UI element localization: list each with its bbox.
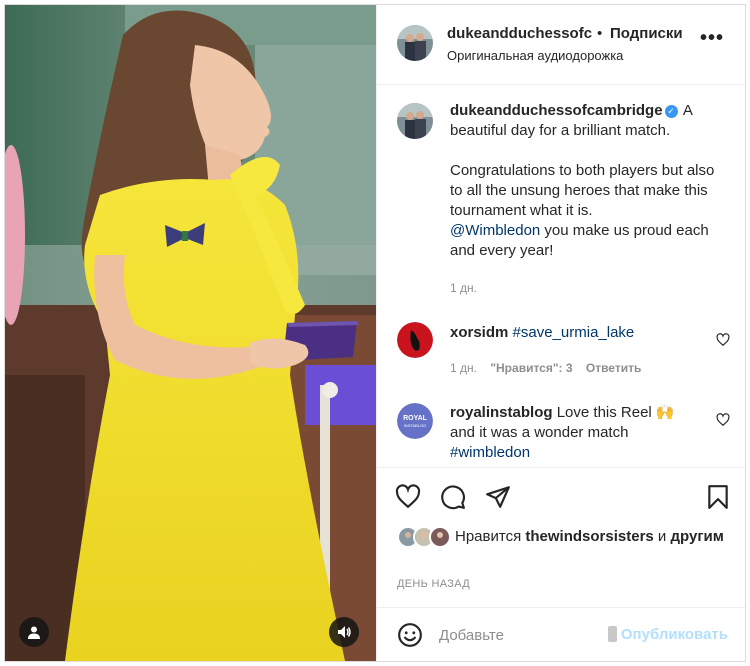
avatar-map [397,322,433,358]
comment-meta: 1 дн. "Нравится": 3 Ответить [450,361,651,375]
photo-woman-yellow-dress [5,5,376,661]
post-media[interactable] [5,5,376,661]
svg-text:INSTABLOG: INSTABLOG [404,423,427,428]
heart-icon[interactable] [395,484,421,510]
publish-button[interactable]: Опубликовать [621,626,728,643]
liker-avatar [429,526,451,548]
more-options-icon[interactable]: ••• [700,28,724,48]
avatar-photo [397,25,433,61]
likes-and: и [657,528,667,545]
comment-likes[interactable]: "Нравится": 3 [490,361,572,375]
bookmark-icon[interactable] [705,484,731,510]
likes-username[interactable]: thewindsorsisters [525,528,653,545]
comment-username[interactable]: xorsidm [450,324,508,341]
user-tag-button[interactable] [19,617,49,647]
comment-reply-button[interactable]: Ответить [586,361,641,375]
post-actions: Нравится thewindsorsisters и другим ДЕНЬ… [377,467,745,607]
paper-plane-icon[interactable] [485,484,511,510]
post-dialog: dukeandduchessofc • Подписки Оригинальна… [4,4,746,662]
post-caption: dukeandduchessofcambridge ✓ A beautiful d… [450,101,720,261]
comment-avatar[interactable]: ROYAL INSTABLOG [397,403,433,439]
post-timestamp[interactable]: ДЕНЬ НАЗАД [397,578,470,590]
caption-mention-link[interactable]: @Wimbledon [450,222,540,239]
likes-summary[interactable]: Нравится thewindsorsisters и другим [455,527,735,547]
comment-avatar[interactable] [397,322,433,358]
add-comment-bar: Опубликовать [377,607,745,661]
caption-author-avatar[interactable] [397,103,433,139]
comments-list[interactable]: dukeandduchessofcambridge ✓ A beautiful d… [377,85,745,467]
comment-text: royalinstablog Love this Reel 🙌 and it w… [450,403,700,463]
svg-text:ROYAL: ROYAL [403,415,428,422]
caption-username[interactable]: dukeandduchessofcambridge [450,102,663,119]
author-username[interactable]: dukeandduchessofc [447,25,595,42]
comment-time[interactable]: 1 дн. [450,361,477,375]
comment-input[interactable] [439,624,599,646]
smiley-icon[interactable] [397,622,423,648]
audio-toggle-button[interactable] [329,617,359,647]
separator-dot: • [597,25,603,42]
likes-prefix: Нравится [455,528,522,545]
person-icon [28,626,40,639]
caption-line2: Congratulations to both players but also… [450,162,715,219]
comment-text: xorsidm #save_urmia_lake [450,323,700,343]
post-header: dukeandduchessofc • Подписки Оригинальна… [377,5,745,85]
following-button[interactable]: Подписки [610,25,683,42]
heart-icon[interactable] [716,333,730,347]
likes-others[interactable]: другим [670,528,723,545]
avatar-royal-logo: ROYAL INSTABLOG [397,403,433,439]
pointer-cursor-icon [608,626,617,642]
heart-icon[interactable] [716,413,730,427]
speaker-icon [338,626,351,638]
avatar-photo [397,103,433,139]
comment-username[interactable]: royalinstablog [450,404,553,421]
comment-hashtag[interactable]: #wimbledon [450,444,530,461]
comment-hashtag[interactable]: #save_urmia_lake [513,324,635,341]
post-panel: dukeandduchessofc • Подписки Оригинальна… [376,5,745,661]
comment-icon[interactable] [440,484,466,510]
original-audio-link[interactable]: Оригинальная аудиодорожка [447,48,623,63]
caption-time[interactable]: 1 дн. [450,281,477,295]
author-avatar[interactable] [397,25,433,61]
verified-badge-icon: ✓ [664,105,678,118]
